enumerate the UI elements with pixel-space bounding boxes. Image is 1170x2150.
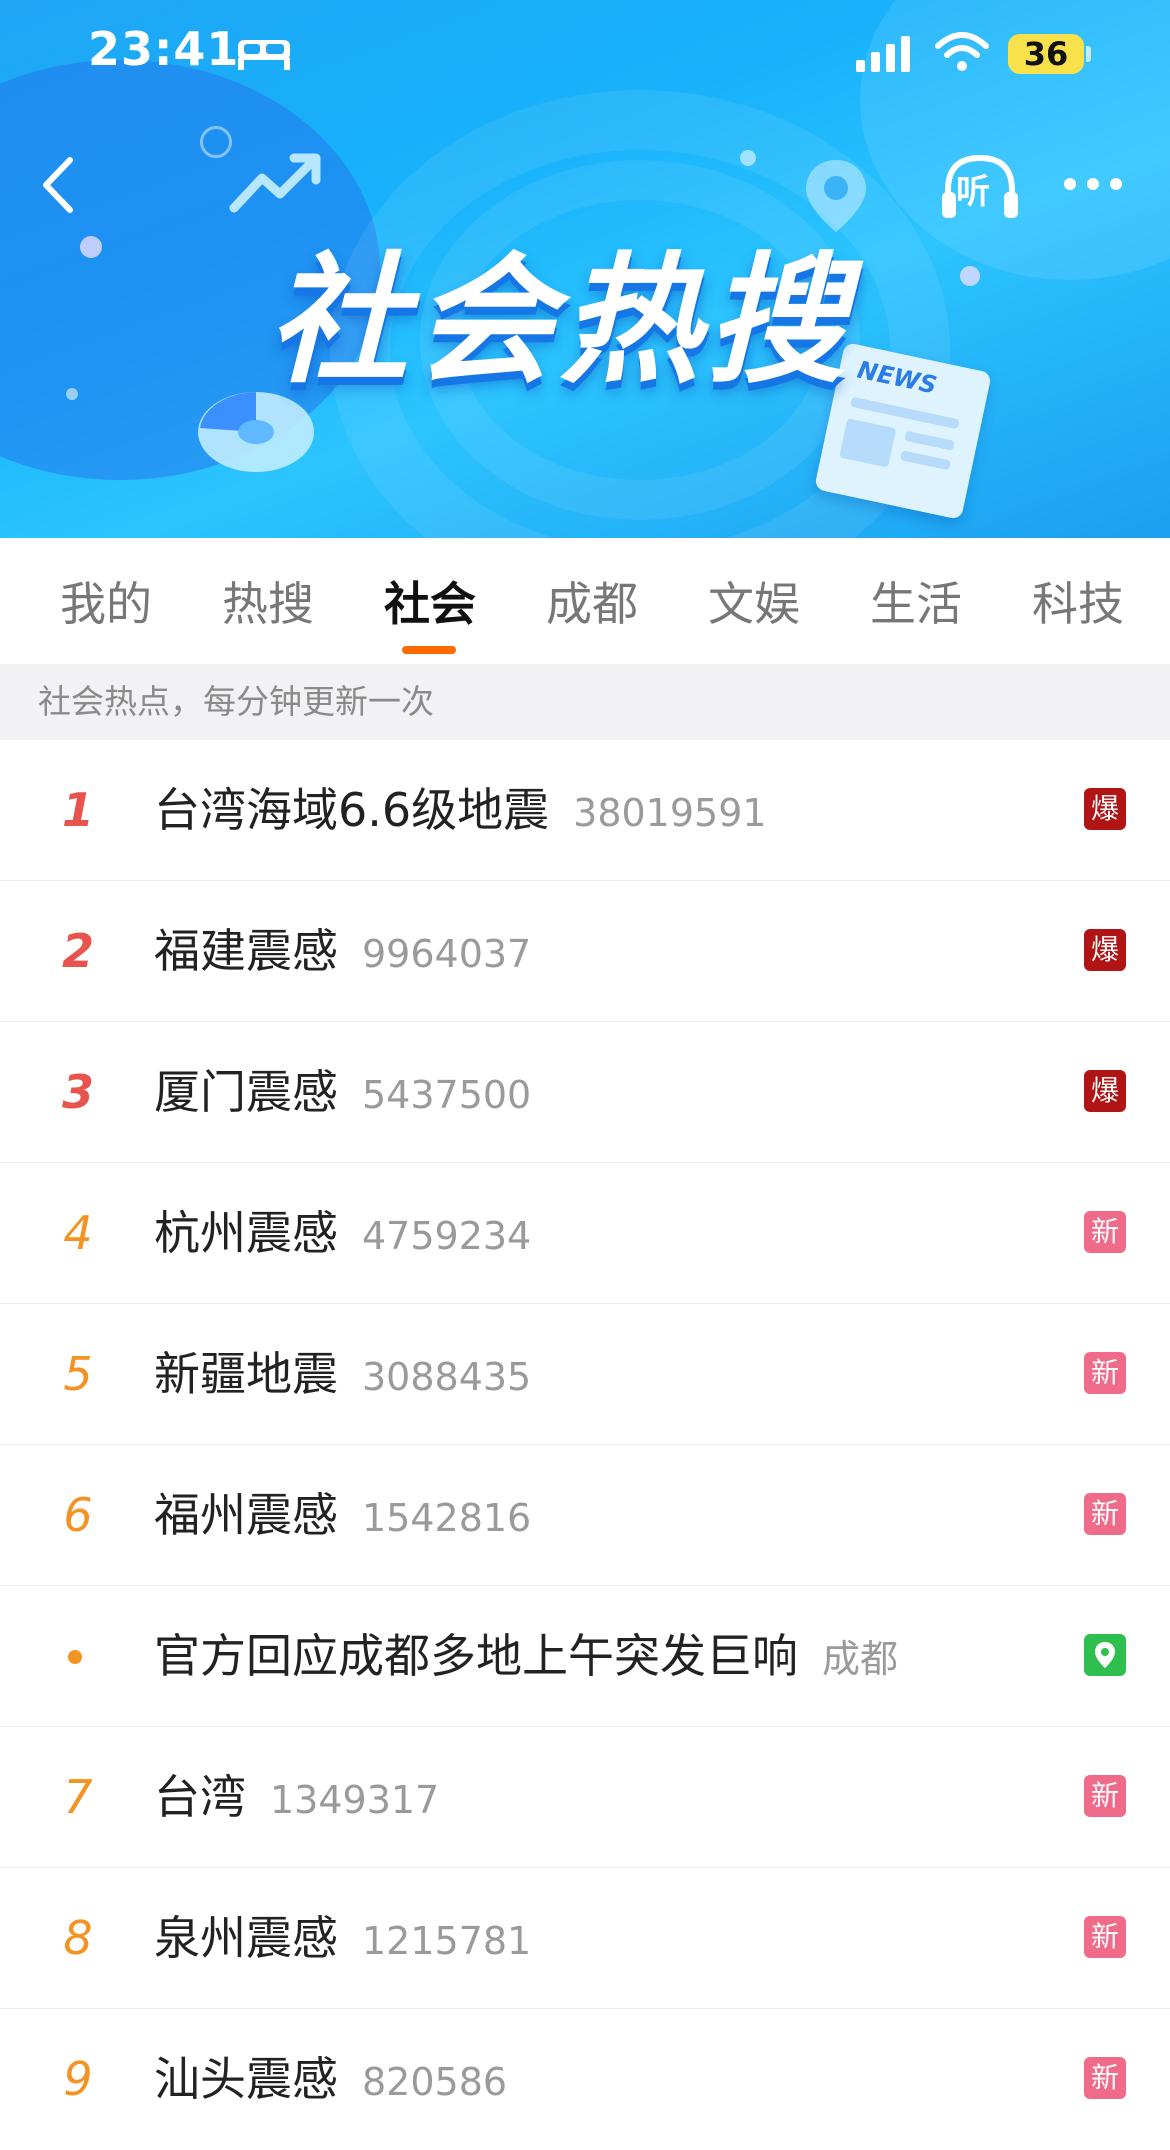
new-badge: 新	[1084, 1775, 1126, 1817]
list-item[interactable]: 官方回应成都多地上午突发巨响 成都	[0, 1586, 1170, 1727]
item-title-text: 福州震感	[154, 1488, 338, 1542]
item-count: 3088435	[362, 1355, 532, 1399]
item-title: 福建震感 9964037	[154, 919, 531, 986]
item-count: 1215781	[362, 1919, 532, 1963]
new-badge: 新	[1084, 1211, 1126, 1253]
list-item[interactable]: 1 台湾海域6.6级地震 38019591 爆	[0, 740, 1170, 881]
item-title-text: 汕头震感	[154, 2052, 338, 2106]
item-title-text: 泉州震感	[154, 1911, 338, 1965]
list-item[interactable]: 3 厦门震感 5437500 爆	[0, 1022, 1170, 1163]
new-badge: 新	[1084, 1493, 1126, 1535]
new-badge: 新	[1084, 1352, 1126, 1394]
hot-search-list: 1 台湾海域6.6级地震 38019591 爆 2 福建震感 9964037 爆 3…	[0, 740, 1170, 2150]
item-title: 台湾 1349317	[154, 1765, 439, 1832]
rank-number: 8	[63, 1911, 93, 1965]
tab-mine[interactable]: 我的	[60, 574, 152, 634]
item-count: 38019591	[573, 791, 767, 835]
rank-number: 5	[63, 1347, 93, 1401]
list-item[interactable]: 4 杭州震感 4759234 新	[0, 1163, 1170, 1304]
item-count: 820586	[362, 2060, 508, 2104]
item-title-text: 官方回应成都多地上午突发巨响	[154, 1629, 798, 1683]
promoted-dot	[68, 1650, 82, 1664]
item-title: 厦门震感 5437500	[154, 1060, 531, 1127]
category-tabs: 我的 热搜 社会 成都 文娱 生活 科技	[0, 538, 1170, 664]
active-tab-indicator	[402, 646, 456, 654]
list-item[interactable]: 9 汕头震感 820586 新	[0, 2009, 1170, 2150]
hot-badge: 爆	[1084, 929, 1126, 971]
new-badge: 新	[1084, 1916, 1126, 1958]
news-line	[899, 450, 951, 471]
tab-tech[interactable]: 科技	[1032, 574, 1124, 634]
bed-icon	[238, 40, 290, 70]
item-count: 4759234	[362, 1214, 532, 1258]
list-item[interactable]: 2 福建震感 9964037 爆	[0, 881, 1170, 1022]
item-title-text: 杭州震感	[154, 1206, 338, 1260]
more-dot	[1087, 178, 1099, 190]
new-badge: 新	[1084, 2057, 1126, 2099]
battery-cap	[1086, 46, 1091, 62]
tab-life[interactable]: 生活	[870, 574, 962, 634]
item-title-text: 台湾	[154, 1770, 246, 1824]
list-item[interactable]: 6 福州震感 1542816 新	[0, 1445, 1170, 1586]
rank-number: 7	[63, 1770, 93, 1824]
tab-entertainment[interactable]: 文娱	[708, 574, 800, 634]
item-count: 5437500	[362, 1073, 532, 1117]
location-pin-icon	[1095, 1642, 1115, 1668]
cellular-signal-icon	[856, 36, 910, 72]
header-banner: 23:41 36 听 NEWS 社会热搜	[0, 0, 1170, 538]
rank-number: 1	[61, 783, 94, 837]
item-title: 泉州震感 1215781	[154, 1906, 531, 1973]
item-title-text: 新疆地震	[154, 1347, 338, 1401]
item-title: 新疆地震 3088435	[154, 1342, 531, 1409]
item-title: 汕头震感 820586	[154, 2047, 507, 2114]
item-count: 1542816	[362, 1496, 532, 1540]
news-line	[839, 418, 897, 468]
tab-hot-search[interactable]: 热搜	[222, 574, 314, 634]
banner-decor-dot	[740, 150, 756, 166]
item-title: 福州震感 1542816	[154, 1483, 531, 1550]
rank-number: 4	[63, 1206, 93, 1260]
news-line	[904, 430, 956, 451]
status-time: 23:41	[88, 22, 240, 76]
banner-decor-dot	[66, 388, 78, 400]
item-count: 9964037	[362, 932, 532, 976]
listen-label: 听	[956, 172, 990, 212]
tab-chengdu[interactable]: 成都	[546, 574, 638, 634]
more-dot	[1064, 178, 1076, 190]
item-title: 台湾海域6.6级地震 38019591	[154, 778, 767, 845]
back-arrow-icon[interactable]	[28, 150, 88, 220]
item-location: 成都	[822, 1637, 899, 1681]
item-title-text: 福建震感	[154, 924, 338, 978]
item-title-text: 厦门震感	[154, 1065, 338, 1119]
location-pin-icon	[806, 160, 866, 232]
list-item[interactable]: 8 泉州震感 1215781 新	[0, 1868, 1170, 2009]
banner-decor-dot	[960, 266, 980, 286]
update-notice: 社会热点，每分钟更新一次	[0, 664, 1170, 740]
hot-badge: 爆	[1084, 788, 1126, 830]
more-options-button[interactable]	[1058, 164, 1128, 204]
trend-arrow-icon	[229, 153, 321, 213]
page-title: 社会热搜	[268, 240, 853, 403]
banner-decor-dot	[80, 236, 102, 258]
location-badge	[1084, 1634, 1126, 1676]
update-notice-text: 社会热点，每分钟更新一次	[38, 682, 434, 721]
rank-number: 6	[63, 1488, 93, 1542]
item-title-text: 台湾海域6.6级地震	[154, 783, 550, 837]
rank-number: 2	[61, 924, 94, 978]
item-count: 1349317	[270, 1778, 440, 1822]
more-dot	[1110, 178, 1122, 190]
hot-badge: 爆	[1084, 1070, 1126, 1112]
listen-button[interactable]: 听	[938, 152, 1022, 222]
battery-indicator: 36	[1008, 34, 1084, 74]
rank-number: 3	[61, 1065, 94, 1119]
item-title: 杭州震感 4759234	[154, 1201, 531, 1268]
tab-society[interactable]: 社会	[384, 574, 476, 634]
list-item[interactable]: 7 台湾 1349317 新	[0, 1727, 1170, 1868]
rank-number: 9	[63, 2052, 93, 2106]
item-title: 官方回应成都多地上午突发巨响 成都	[154, 1624, 898, 1691]
list-item[interactable]: 5 新疆地震 3088435 新	[0, 1304, 1170, 1445]
wifi-icon	[935, 32, 989, 71]
